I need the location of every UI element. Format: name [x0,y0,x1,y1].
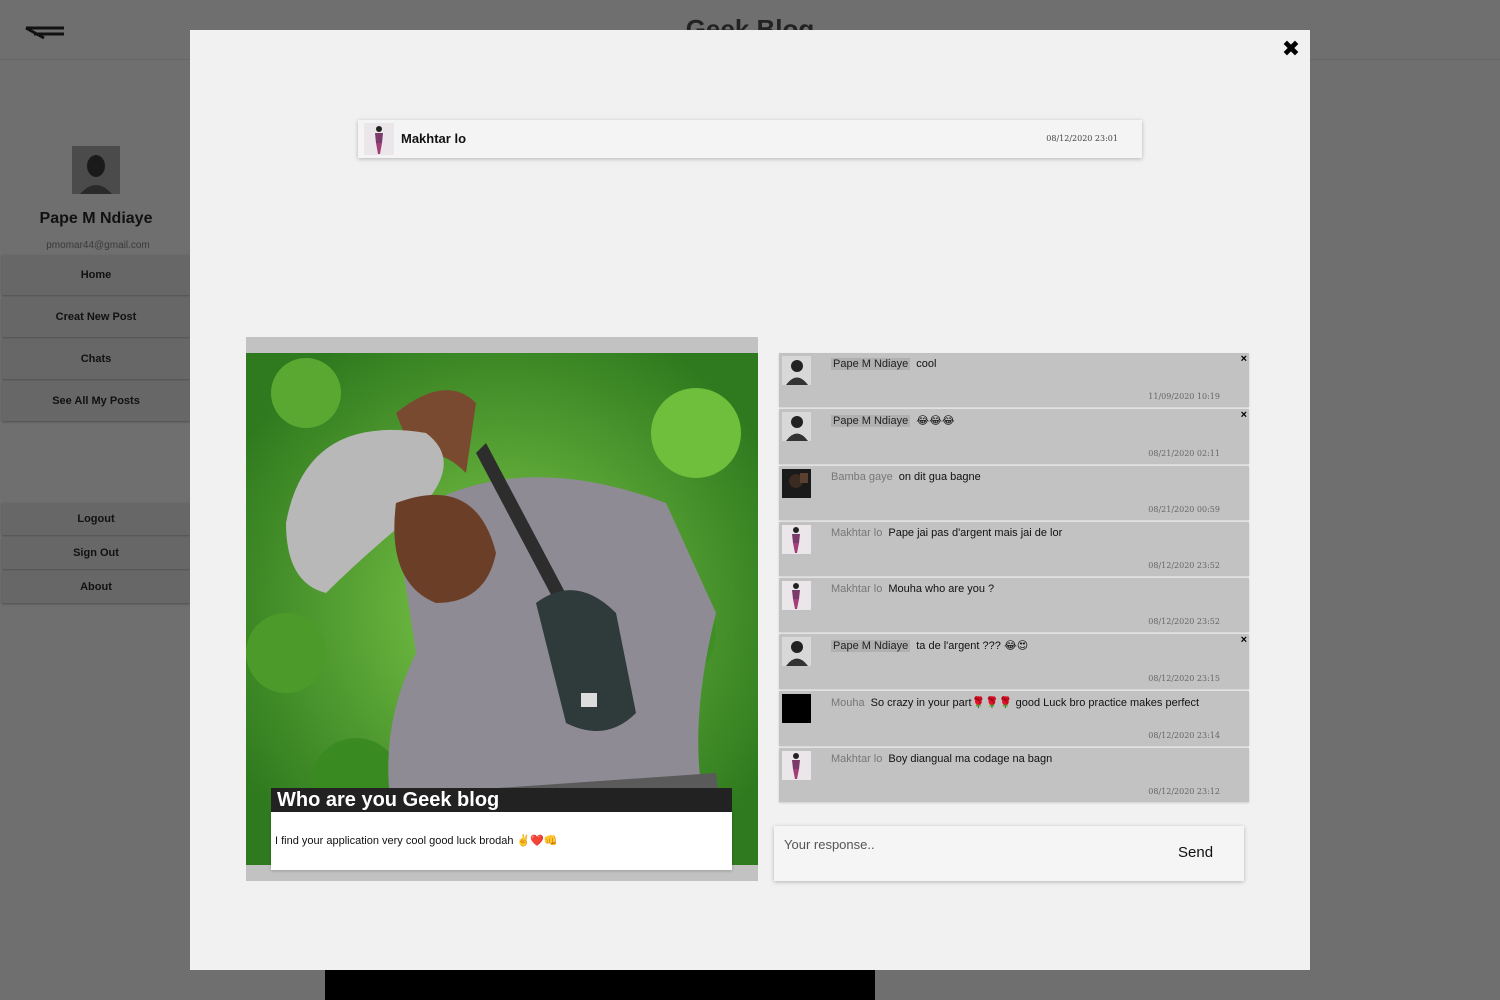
post-panel: Who are you Geek blog I find your applic… [246,337,758,881]
commenter-avatar [782,637,811,666]
comment-text: Pape jai pas d'argent mais jai de lor [888,527,1063,539]
commenter-avatar [782,694,811,723]
delete-comment-icon[interactable]: × [1241,353,1247,365]
profile-email: pmomar44@gmail.com [46,240,150,251]
comment-text: So crazy in your part🌹🌹🌹 good Luck bro p… [870,697,1200,709]
comment-text: ta de l'argent ??? 😂😍 [916,640,1029,652]
commenter-name[interactable]: Makhtar lo [831,753,882,765]
comment-item: Makhtar lo Pape jai pas d'argent mais jai… [779,522,1249,576]
profile-avatar[interactable] [72,146,120,194]
sidebar-item-about[interactable]: About [2,571,190,603]
commenter-name[interactable]: Pape M Ndiaye [831,358,911,370]
comment-date: 08/12/2020 23:14 [1148,731,1220,740]
commenter-name[interactable]: Bamba gaye [831,471,893,483]
comment-item: Bamba gaye on dit gua bagne 08/21/2020 00… [779,466,1249,520]
menu-icon[interactable] [24,24,66,42]
sidebar-item-home[interactable]: Home [2,255,190,295]
author-name: Makhtar lo [401,131,467,146]
post-modal: ✖ Makhtar lo 08/12/2020 23:01 Who are yo… [190,30,1310,970]
commenter-avatar [782,525,811,554]
close-icon[interactable]: ✖ [1280,38,1302,60]
comment-text: Boy diangual ma codage na bagn [888,753,1053,765]
commenter-name[interactable]: Pape M Ndiaye [831,640,911,652]
comment-date: 08/21/2020 02:11 [1148,449,1220,458]
commenter-avatar [782,751,811,780]
comment-date: 08/21/2020 00:59 [1148,505,1220,514]
commenter-avatar [782,356,811,385]
delete-comment-icon[interactable]: × [1241,409,1247,421]
sidebar-item-logout[interactable]: Logout [2,503,190,535]
commenter-avatar [782,469,811,498]
sidebar-item-create-post[interactable]: Creat New Post [2,297,190,337]
profile-name: Pape M Ndiaye [39,210,153,227]
comment-item: Pape M Ndiaye ta de l'argent ??? 😂😍 08/12… [779,634,1249,689]
post-title: Who are you Geek blog [277,789,500,811]
comment-text: 😂😂😂 [916,415,955,427]
comment-date: 08/12/2020 23:12 [1148,787,1220,796]
commenter-avatar [782,581,811,610]
commenter-name[interactable]: Mouha [831,697,865,709]
sidebar: Pape M Ndiaye pmomar44@gmail.com Home Cr… [0,60,192,1000]
comment-date: 08/12/2020 23:52 [1148,617,1220,626]
post-title-bar: Who are you Geek blog [271,788,732,812]
comment-date: 11/09/2020 10:19 [1148,392,1220,401]
post-author-card[interactable]: Makhtar lo 08/12/2020 23:01 [358,120,1142,158]
comment-item: Makhtar lo Mouha who are you ? 08/12/2020… [779,578,1249,632]
comment-item: Makhtar lo Boy diangual ma codage na bagn… [779,748,1249,802]
sidebar-item-my-posts[interactable]: See All My Posts [2,381,190,421]
comment-date: 08/12/2020 23:52 [1148,561,1220,570]
commenter-avatar [782,412,811,441]
comment-text: on dit gua bagne [898,471,981,483]
commenter-name[interactable]: Pape M Ndiaye [831,415,911,427]
background-post-image [325,968,875,1000]
send-button[interactable]: Send [1178,844,1213,861]
commenter-name[interactable]: Makhtar lo [831,527,882,539]
reply-input[interactable] [784,834,1164,854]
comment-item: Mouha So crazy in your part🌹🌹🌹 good Luck … [779,691,1249,746]
comment-text: Mouha who are you ? [888,583,995,595]
commenter-name[interactable]: Makhtar lo [831,583,882,595]
author-avatar [364,123,394,155]
comment-item: Pape M Ndiaye 😂😂😂 08/21/2020 02:11 × [779,409,1249,464]
comment-date: 08/12/2020 23:15 [1148,674,1220,683]
post-date: 08/12/2020 23:01 [1046,134,1118,143]
post-body: I find your application very cool good l… [271,812,732,870]
post-text: I find your application very cool good l… [275,835,558,847]
delete-comment-icon[interactable]: × [1241,634,1247,646]
comment-item: Pape M Ndiaye cool 11/09/2020 10:19 × [779,353,1249,407]
comment-list: Pape M Ndiaye cool 11/09/2020 10:19 × Pap… [779,353,1249,804]
comment-text: cool [916,358,937,370]
reply-form: Send [774,826,1244,881]
sidebar-item-chats[interactable]: Chats [2,339,190,379]
sidebar-item-sign-out[interactable]: Sign Out [2,537,190,569]
